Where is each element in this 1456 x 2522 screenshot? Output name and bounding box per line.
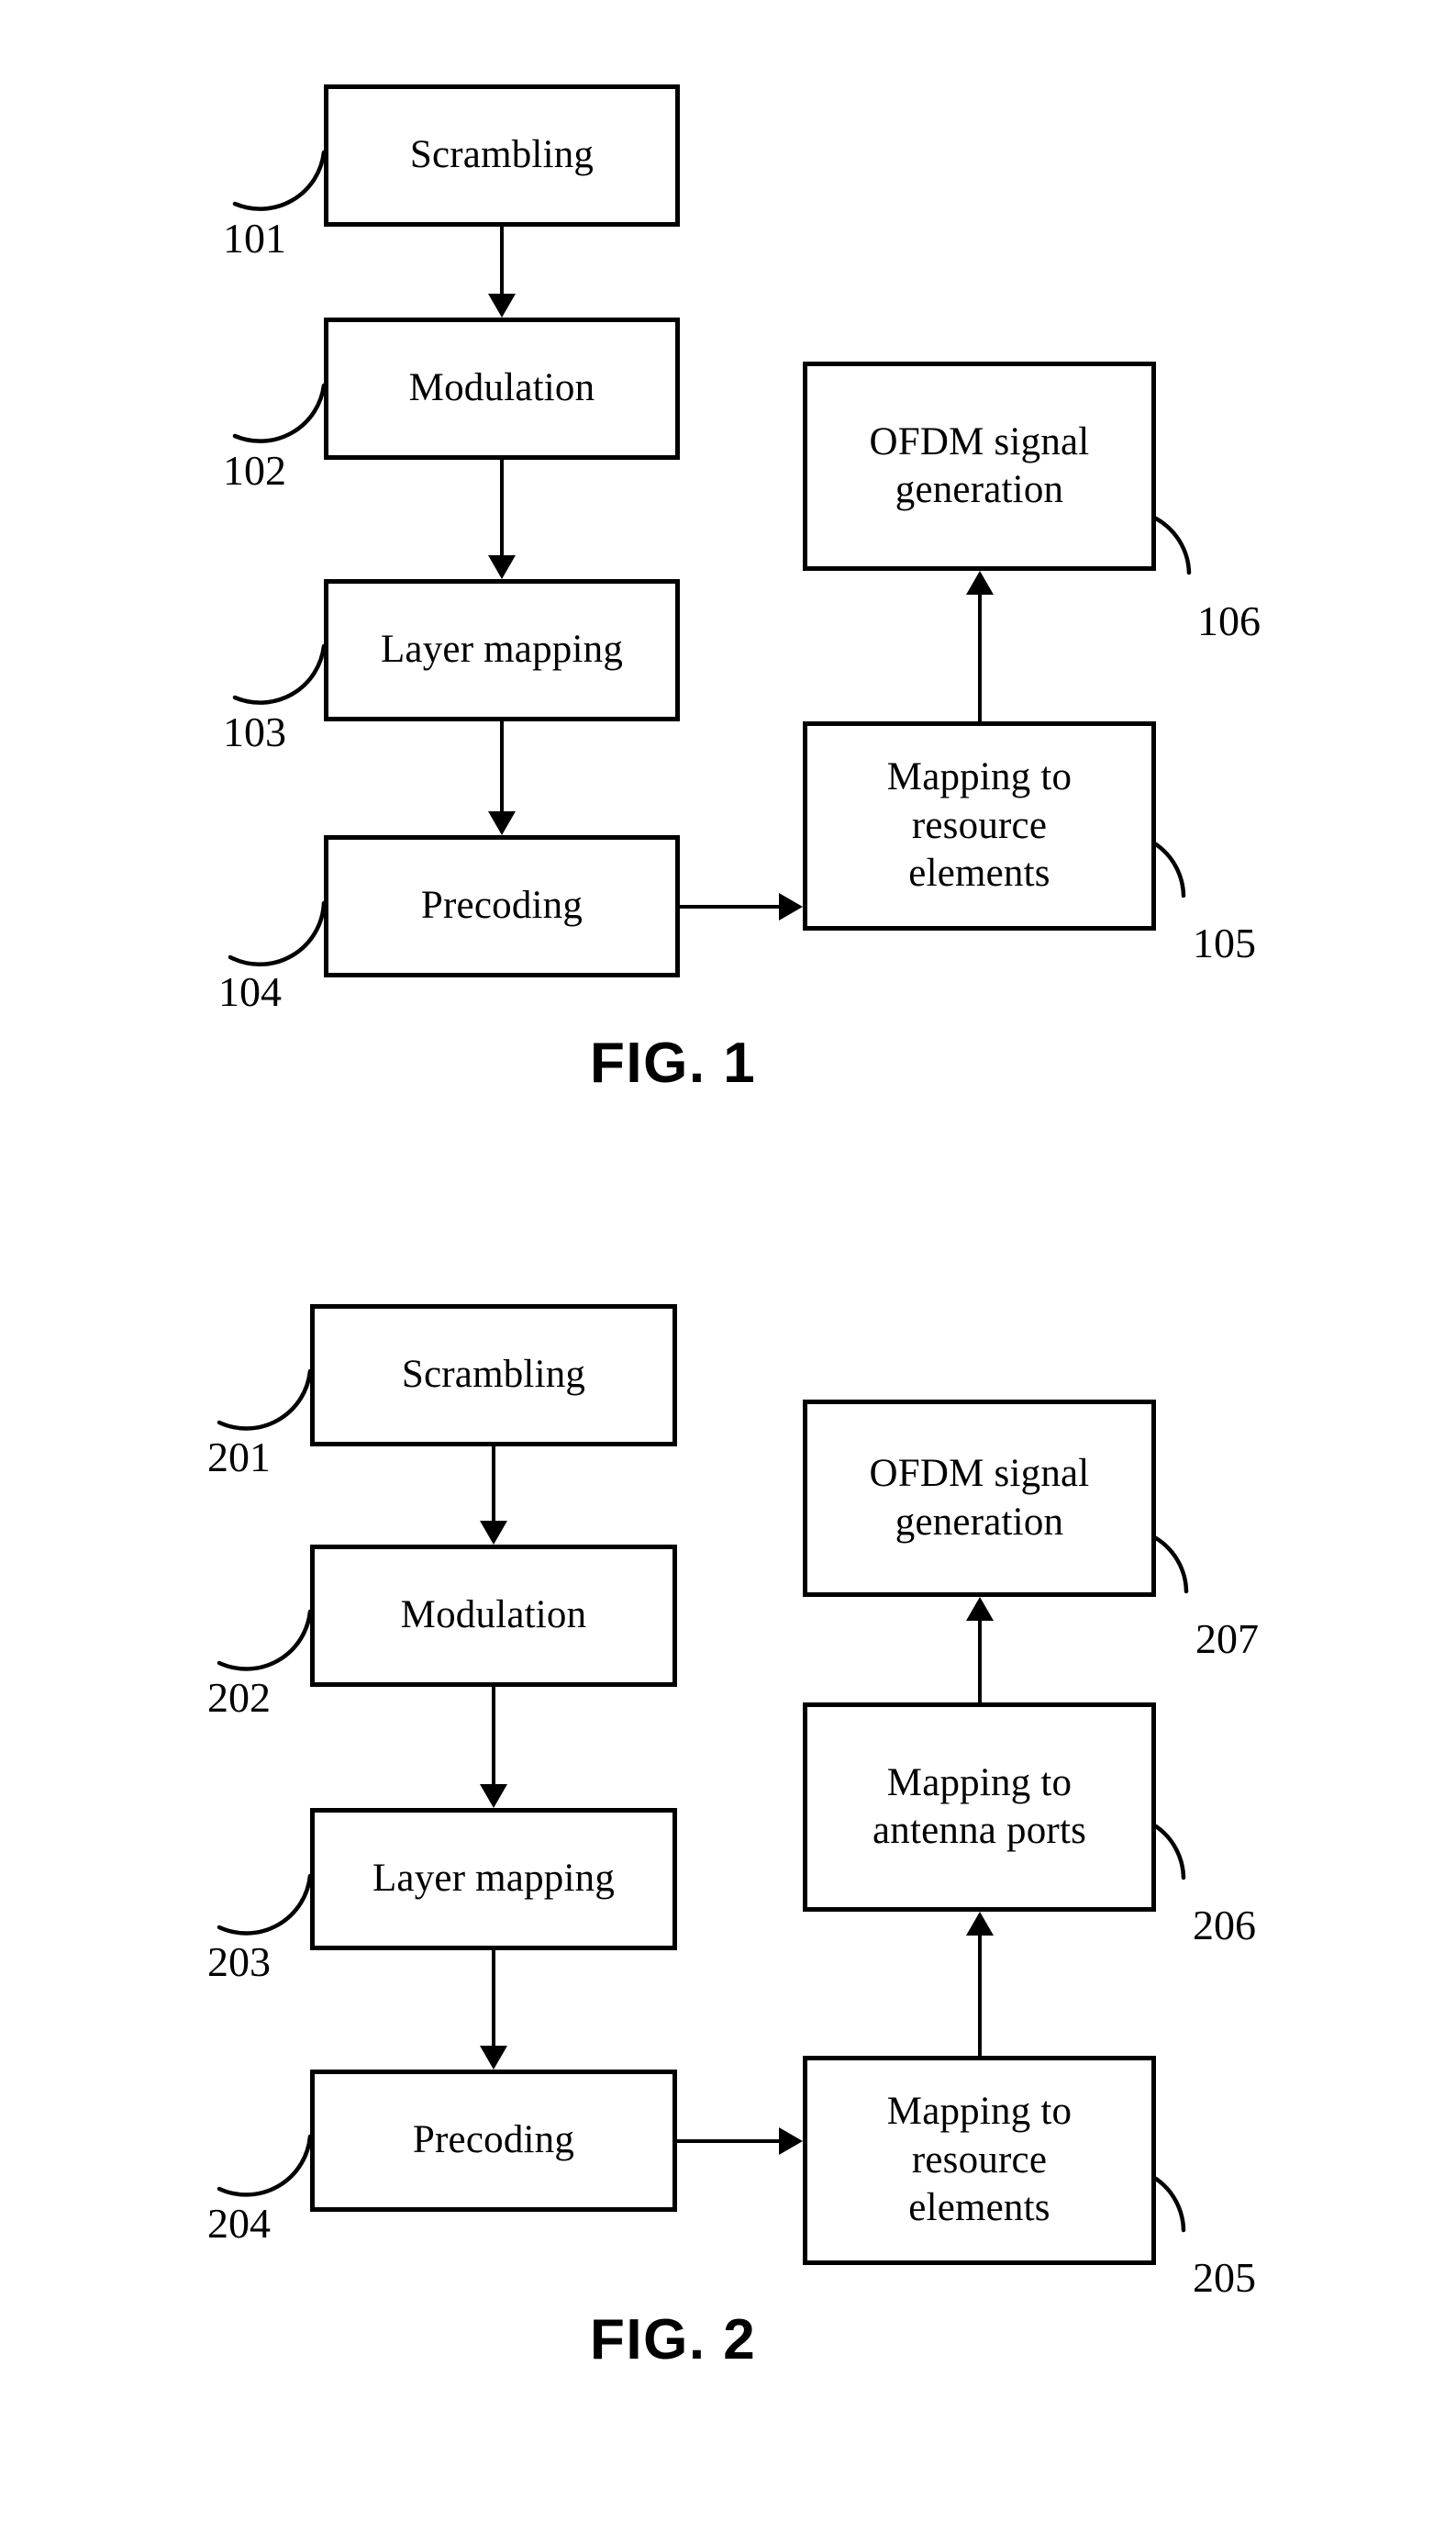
fig2-precoding-reference-numeral: 204	[207, 2200, 271, 2247]
fig1-scrambling: Scrambling	[324, 84, 680, 227]
fig2-arrow-201-202-arrowhead	[480, 1521, 507, 1545]
fig1-scrambling-leader-line	[232, 150, 327, 211]
fig2-resource-elements-leader-line	[1153, 2176, 1186, 2233]
fig2-layer-mapping-reference-numeral: 203	[207, 1938, 271, 1985]
fig2-arrow-204-205-arrowhead	[779, 2127, 803, 2155]
fig1-modulation-leader-line	[232, 383, 327, 443]
fig2-antenna-ports-label: Mapping to antenna ports	[872, 1760, 1087, 1852]
diagram-vector-layer	[217, 150, 1192, 2233]
fig1-scrambling-reference-numeral: 101	[223, 215, 286, 262]
fig1-resource-elements-label: Mapping to resource elements	[886, 755, 1073, 896]
fig1-ofdm-generation-label: OFDM signal generation	[869, 419, 1090, 511]
fig1-modulation-reference-numeral: 102	[223, 447, 286, 494]
fig2-precoding-label: Precoding	[412, 2118, 575, 2162]
patent-drawing-page: Scrambling 101 Modulation 102 Layer mapping 1…	[0, 0, 1456, 2522]
fig1-ofdm-generation-reference-numeral: 106	[1197, 597, 1261, 644]
fig2-layer-mapping-leader-line	[217, 1873, 313, 1936]
fig2-arrow-202-203-arrowhead	[480, 1784, 507, 1808]
fig1-modulation: Modulation	[324, 318, 680, 460]
fig2-ofdm-generation: OFDM signal generation	[803, 1400, 1156, 1597]
fig2-resource-elements-label: Mapping to resource elements	[886, 2090, 1073, 2230]
fig2-modulation: Modulation	[310, 1545, 677, 1687]
fig1-precoding-label: Precoding	[420, 884, 584, 928]
fig1-ofdm-generation-leader-line	[1153, 516, 1192, 575]
fig1-resource-elements: Mapping to resource elements	[803, 721, 1156, 931]
fig2-scrambling: Scrambling	[310, 1304, 677, 1446]
fig2-scrambling-label: Scrambling	[401, 1353, 586, 1397]
fig2-antenna-ports-leader-line	[1153, 1824, 1186, 1880]
fig2-precoding: Precoding	[310, 2070, 677, 2212]
figure-1-caption: FIG. 1	[590, 1032, 757, 1095]
fig1-resource-elements-reference-numeral: 105	[1193, 920, 1256, 966]
fig2-precoding-leader-line	[217, 2134, 313, 2197]
fig2-modulation-label: Modulation	[400, 1593, 587, 1637]
fig1-arrow-103-104-arrowhead	[488, 811, 516, 835]
fig1-layer-mapping-label: Layer mapping	[380, 628, 624, 672]
fig2-ofdm-generation-leader-line	[1153, 1535, 1189, 1594]
fig1-arrow-102-103-arrowhead	[488, 555, 516, 579]
fig1-arrow-105-106-arrowhead	[966, 571, 994, 595]
fig2-layer-mapping-label: Layer mapping	[372, 1857, 616, 1901]
fig2-scrambling-reference-numeral: 201	[207, 1434, 271, 1480]
fig1-arrow-101-102-arrowhead	[488, 294, 516, 318]
fig2-antenna-ports-reference-numeral: 206	[1193, 1902, 1256, 1948]
fig2-arrow-206-207-arrowhead	[966, 1597, 994, 1621]
fig1-modulation-label: Modulation	[408, 366, 595, 410]
fig1-precoding-leader-line	[228, 900, 327, 967]
fig1-precoding-reference-numeral: 104	[218, 968, 282, 1015]
fig1-layer-mapping-leader-line	[232, 643, 327, 705]
fig2-scrambling-leader-line	[217, 1368, 313, 1431]
fig2-ofdm-generation-reference-numeral: 207	[1195, 1615, 1259, 1662]
fig2-modulation-leader-line	[217, 1609, 313, 1671]
fig2-modulation-reference-numeral: 202	[207, 1674, 271, 1721]
fig2-arrow-205-206-arrowhead	[966, 1912, 994, 1936]
fig1-resource-elements-leader-line	[1153, 842, 1186, 898]
fig1-ofdm-generation: OFDM signal generation	[803, 362, 1156, 571]
fig2-resource-elements: Mapping to resource elements	[803, 2056, 1156, 2265]
fig1-precoding: Precoding	[324, 835, 680, 977]
figure-2-caption: FIG. 2	[590, 2308, 757, 2371]
fig2-antenna-ports: Mapping to antenna ports	[803, 1702, 1156, 1912]
fig1-layer-mapping: Layer mapping	[324, 579, 680, 721]
fig2-layer-mapping: Layer mapping	[310, 1808, 677, 1950]
fig2-arrow-203-204-arrowhead	[480, 2046, 507, 2070]
fig1-arrow-104-105-arrowhead	[779, 893, 803, 921]
fig2-ofdm-generation-label: OFDM signal generation	[869, 1452, 1090, 1544]
fig1-layer-mapping-reference-numeral: 103	[223, 709, 286, 755]
fig1-scrambling-label: Scrambling	[409, 133, 595, 177]
fig2-resource-elements-reference-numeral: 205	[1193, 2254, 1256, 2301]
